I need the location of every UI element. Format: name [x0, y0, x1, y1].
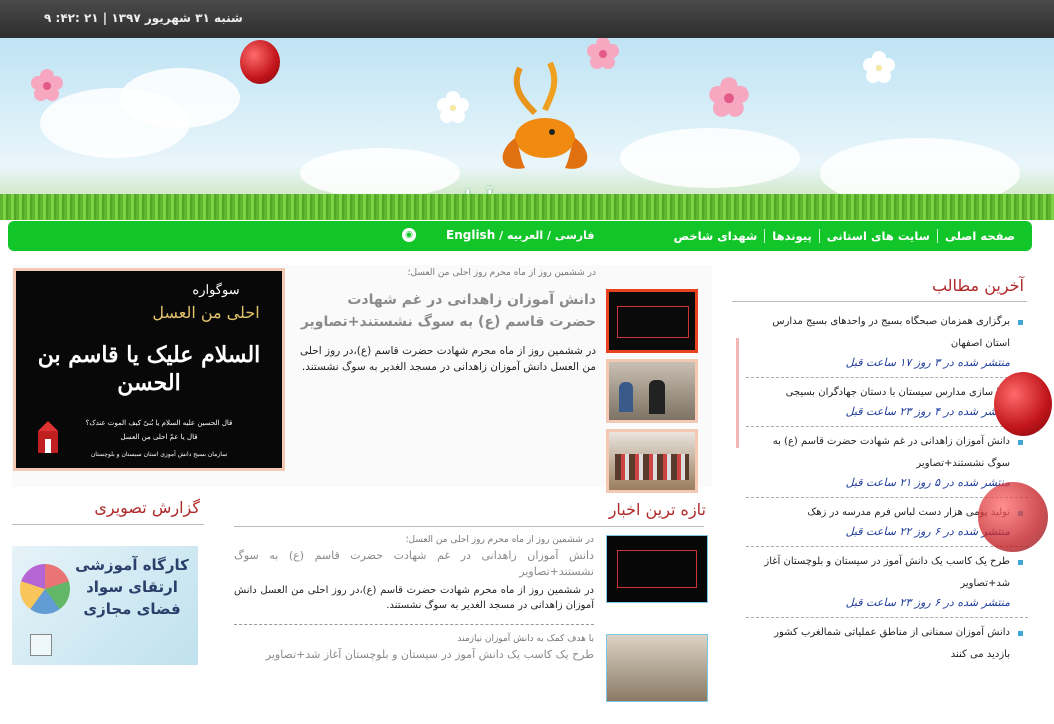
divider	[234, 624, 594, 625]
top-bar: شنبه ۳۱ شهریور ۱۳۹۷ | ۲۱ :۴۲: ۹	[0, 0, 1054, 39]
post-title-link[interactable]: طرح یک کاسب یک دانش آموز در سیستان و بلو…	[750, 551, 1010, 595]
photo-report-heading: گزارش تصویری	[94, 498, 200, 517]
news-thumbnail[interactable]	[606, 634, 708, 702]
divider	[12, 524, 204, 525]
main-nav: صفحه اصلی سایت های استانی پیوندها شهدای …	[8, 221, 1032, 251]
list-item[interactable]: طرح یک کاسب یک دانش آموز در سیستان و بلو…	[746, 547, 1028, 618]
list-item[interactable]: زیبا سازی مدارس سیستان با دستان جهادگران…	[746, 378, 1028, 427]
featured-news: سوگواره احلی من العسل السلام علیک یا قاس…	[12, 265, 712, 493]
blossom-white-icon	[863, 51, 895, 83]
date-time: شنبه ۳۱ شهریور ۱۳۹۷ | ۲۱ :۴۲: ۹	[44, 11, 243, 25]
post-title-link[interactable]: برگزاری همزمان صبحگاه بسیج در واحدهای بس…	[750, 311, 1010, 355]
post-title-link[interactable]: دانش آموزان سمنانی از مناطق عملیاتی شمال…	[750, 622, 1010, 666]
news-supertitle: با هدف کمک به دانش آموزان نیازمند	[457, 634, 594, 644]
goldfish-icon	[502, 61, 588, 169]
news-row[interactable]: با هدف کمک به دانش آموزان نیازمند طرح یک…	[234, 634, 710, 724]
post-meta: منتشر شده در ۴ روز ۲۳ ساعت قبل	[845, 405, 1010, 418]
image-caption-quote: قال الحسین علیه السلام یا بُنیّ کیف المو…	[85, 419, 233, 427]
photo-report-widget: گزارش تصویری کارگاه آموزشی ارتقای سواد ف…	[12, 490, 204, 665]
news-supertitle: در ششمین روز از ماه محرم روز احلی من الع…	[405, 535, 594, 545]
language-english-link[interactable]: English	[446, 228, 495, 242]
nav-item-home[interactable]: صفحه اصلی	[936, 229, 1022, 243]
latest-posts-heading: آخرین مطالب	[931, 276, 1024, 295]
apple-icon	[994, 372, 1052, 436]
featured-image[interactable]: سوگواره احلی من العسل السلام علیک یا قاس…	[13, 268, 285, 471]
blossom-icon	[31, 69, 63, 101]
image-caption-middle: احلی من العسل	[152, 303, 260, 322]
nav-item-provincial-sites[interactable]: سایت های استانی	[818, 229, 937, 243]
poster-line-2: ارتقای سواد	[86, 578, 178, 596]
nav-item-martyrs[interactable]: شهدای شاخص	[667, 229, 765, 243]
rss-icon[interactable]: ◉	[402, 228, 416, 242]
post-title-link[interactable]: دانش آموزان زاهدانی در غم شهادت حضرت قاس…	[750, 431, 1010, 475]
post-meta: منتشر شده در ۳ روز ۱۷ ساعت قبل	[845, 356, 1010, 369]
latest-posts-list: برگزاری همزمان صبحگاه بسیج در واحدهای بس…	[746, 307, 1028, 672]
news-title-link[interactable]: طرح یک کاسب یک دانش آموز در سیستان و بلو…	[234, 647, 594, 663]
nav-item-links[interactable]: پیوندها	[764, 229, 818, 243]
apple-icon	[240, 40, 280, 84]
featured-title-link[interactable]: دانش آموزان زاهدانی در غم شهادت حضرت قاس…	[296, 289, 596, 333]
news-summary: در ششمین روز از ماه محرم شهادت حضرت قاسم…	[234, 585, 594, 611]
post-meta: منتشر شده در ۶ روز ۲۳ ساعت قبل	[845, 596, 1010, 609]
post-title-link[interactable]: تولید یومی هزار دست لباس فرم مدرسه در زه…	[750, 502, 1010, 524]
poster-line-1: کارگاه آموزشی	[75, 556, 189, 574]
language-switcher[interactable]: فارسی / العربیه / English	[440, 228, 594, 242]
emblem-icon	[38, 421, 58, 453]
poster-line-3: فضای مجازی	[83, 600, 181, 618]
newest-news-widget: تازه ترین اخبار در ششمین روز از ماه محرم…	[234, 490, 710, 702]
thumbnail-3[interactable]	[606, 429, 698, 493]
news-row[interactable]: در ششمین روز از ماه محرم روز احلی من الع…	[234, 535, 710, 625]
image-caption-quote-2: قال یا عمّ احلی من العسل	[120, 433, 198, 441]
grass-strip	[0, 194, 1054, 220]
photo-report-image[interactable]: کارگاه آموزشی ارتقای سواد فضای مجازی	[12, 546, 198, 665]
divider	[234, 526, 704, 527]
blossom-icon	[709, 77, 749, 117]
thumbnail-1[interactable]	[606, 289, 698, 353]
featured-summary: در ششمین روز از ماه محرم شهادت حضرت قاسم…	[300, 345, 596, 373]
image-caption-top: سوگواره	[192, 283, 240, 298]
thumbnail-2[interactable]	[606, 359, 698, 423]
list-item[interactable]: دانش آموزان زاهدانی در غم شهادت حضرت قاس…	[746, 427, 1028, 498]
post-title-link[interactable]: زیبا سازی مدارس سیستان با دستان جهادگران…	[750, 382, 1010, 404]
latest-posts-widget: آخرین مطالب برگزاری همزمان صبحگاه بسیج د…	[732, 262, 1052, 665]
featured-thumbnails	[606, 289, 698, 499]
list-item[interactable]: برگزاری همزمان صبحگاه بسیج در واحدهای بس…	[746, 307, 1028, 378]
news-title-link[interactable]: دانش آموزان زاهدانی در غم شهادت حضرت قاس…	[234, 548, 594, 580]
post-meta: منتشر شده در ۶ روز ۲۲ ساعت قبل	[845, 525, 1010, 538]
divider	[732, 301, 1027, 302]
blossom-white-icon	[437, 91, 469, 123]
list-item[interactable]: دانش آموزان سمنانی از مناطق عملیاتی شمال…	[746, 618, 1028, 672]
featured-supertitle: در ششمین روز از ماه محرم روز احلی من الع…	[407, 268, 596, 278]
news-thumbnail[interactable]	[606, 535, 708, 603]
language-links[interactable]: فارسی / العربیه /	[499, 229, 594, 242]
image-calligraphy: السلام علیک یا قاسم بن الحسن	[37, 342, 261, 396]
newest-news-heading: تازه ترین اخبار	[608, 500, 706, 519]
post-meta: منتشر شده در ۵ روز ۲۱ ساعت قبل	[845, 476, 1010, 489]
image-caption-org: سازمان بسیج دانش آموزی استان سیستان و بل…	[90, 451, 228, 458]
apple-icon	[978, 482, 1048, 552]
scroll-indicator	[736, 338, 739, 448]
header-banner: سپیده آرمانی	[0, 38, 1054, 220]
